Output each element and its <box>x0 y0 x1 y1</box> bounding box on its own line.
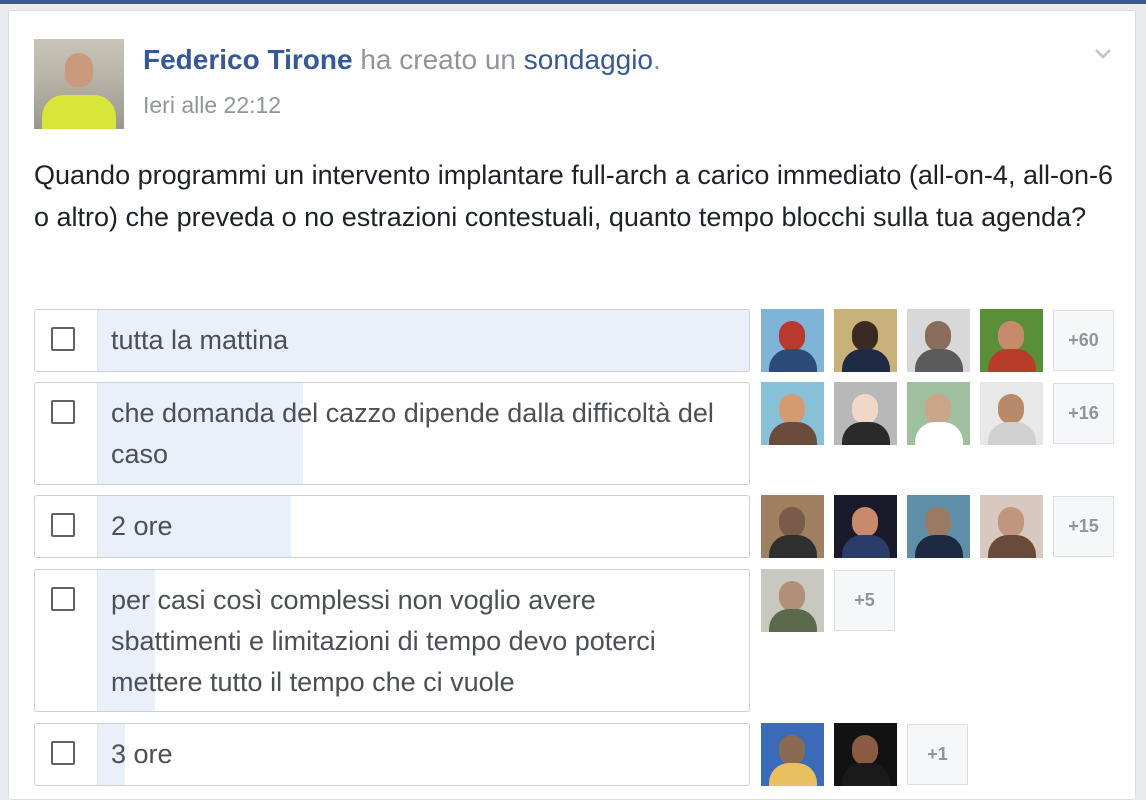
poll-option[interactable]: tutta la mattina <box>34 309 750 372</box>
voter-face <box>925 507 951 537</box>
header-punct: . <box>653 44 661 75</box>
voter-face <box>779 507 805 537</box>
option-label: tutta la mattina <box>111 325 289 355</box>
voter-avatar[interactable] <box>980 309 1043 372</box>
voter-face <box>779 321 805 351</box>
voter-face <box>852 394 878 424</box>
poll-option[interactable]: 3 ore <box>34 723 750 786</box>
voter-body <box>769 609 817 632</box>
chevron-down-icon[interactable] <box>1094 44 1112 62</box>
checkbox-icon[interactable] <box>51 587 75 611</box>
avatar-shirt <box>42 95 116 129</box>
voter-avatar[interactable] <box>834 309 897 372</box>
more-voters-button[interactable]: +5 <box>834 570 895 631</box>
option-divider <box>97 570 98 711</box>
voter-face <box>925 321 951 351</box>
voter-avatar[interactable] <box>761 495 824 558</box>
voter-avatar[interactable] <box>907 382 970 445</box>
voter-face <box>852 321 878 351</box>
voter-face <box>998 394 1024 424</box>
poll-link[interactable]: sondaggio <box>524 44 653 75</box>
voter-body <box>915 349 963 372</box>
voter-avatar[interactable] <box>761 723 824 786</box>
more-voters-button[interactable]: +60 <box>1053 310 1114 371</box>
post-timestamp[interactable]: Ieri alle 22:12 <box>143 92 281 119</box>
voter-face <box>852 735 878 765</box>
checkbox-icon[interactable] <box>51 327 75 351</box>
voter-avatar[interactable] <box>761 382 824 445</box>
author-name[interactable]: Federico Tirone <box>143 44 353 75</box>
voter-avatar[interactable] <box>761 309 824 372</box>
option-divider <box>97 310 98 371</box>
voter-body <box>842 349 890 372</box>
checkbox-icon[interactable] <box>51 741 75 765</box>
option-label: che domanda del cazzo dipende dalla diff… <box>111 398 714 469</box>
top-bar <box>0 0 1146 4</box>
voter-avatar[interactable] <box>980 382 1043 445</box>
checkbox-icon[interactable] <box>51 400 75 424</box>
voter-face <box>779 735 805 765</box>
post-action: ha creato un <box>360 44 516 75</box>
voter-body <box>915 422 963 445</box>
voter-face <box>998 507 1024 537</box>
voter-face <box>852 507 878 537</box>
voter-body <box>988 535 1036 558</box>
voter-body <box>915 535 963 558</box>
voter-face <box>925 394 951 424</box>
poll-option[interactable]: che domanda del cazzo dipende dalla diff… <box>34 382 750 485</box>
voter-face <box>779 581 805 611</box>
voter-avatar[interactable] <box>907 309 970 372</box>
avatar-head <box>65 53 93 87</box>
more-voters-button[interactable]: +15 <box>1053 496 1114 557</box>
voter-body <box>842 422 890 445</box>
more-voters-button[interactable]: +16 <box>1053 383 1114 444</box>
voter-body <box>769 349 817 372</box>
option-label: 2 ore <box>111 511 173 541</box>
poll-option[interactable]: 2 ore <box>34 495 750 558</box>
voter-face <box>779 394 805 424</box>
post-header: Federico Tirone ha creato un sondaggio. <box>143 44 661 76</box>
checkbox-icon[interactable] <box>51 513 75 537</box>
voter-avatar[interactable] <box>761 569 824 632</box>
voter-face <box>998 321 1024 351</box>
voter-body <box>769 535 817 558</box>
voter-avatar[interactable] <box>980 495 1043 558</box>
voter-avatar[interactable] <box>907 495 970 558</box>
voter-avatar[interactable] <box>834 495 897 558</box>
option-divider <box>97 496 98 557</box>
voter-body <box>842 763 890 786</box>
voter-body <box>842 535 890 558</box>
author-avatar[interactable] <box>34 39 124 129</box>
voter-body <box>769 763 817 786</box>
voter-body <box>769 422 817 445</box>
voter-body <box>988 349 1036 372</box>
option-label: 3 ore <box>111 739 173 769</box>
voter-body <box>988 422 1036 445</box>
option-label: per casi così complessi non voglio avere… <box>111 585 656 697</box>
voter-avatar[interactable] <box>834 382 897 445</box>
more-voters-button[interactable]: +1 <box>907 724 968 785</box>
voter-avatar[interactable] <box>834 723 897 786</box>
poll-option[interactable]: per casi così complessi non voglio avere… <box>34 569 750 712</box>
poll-question: Quando programmi un intervento implantar… <box>34 160 1113 232</box>
option-divider <box>97 383 98 484</box>
option-divider <box>97 724 98 785</box>
